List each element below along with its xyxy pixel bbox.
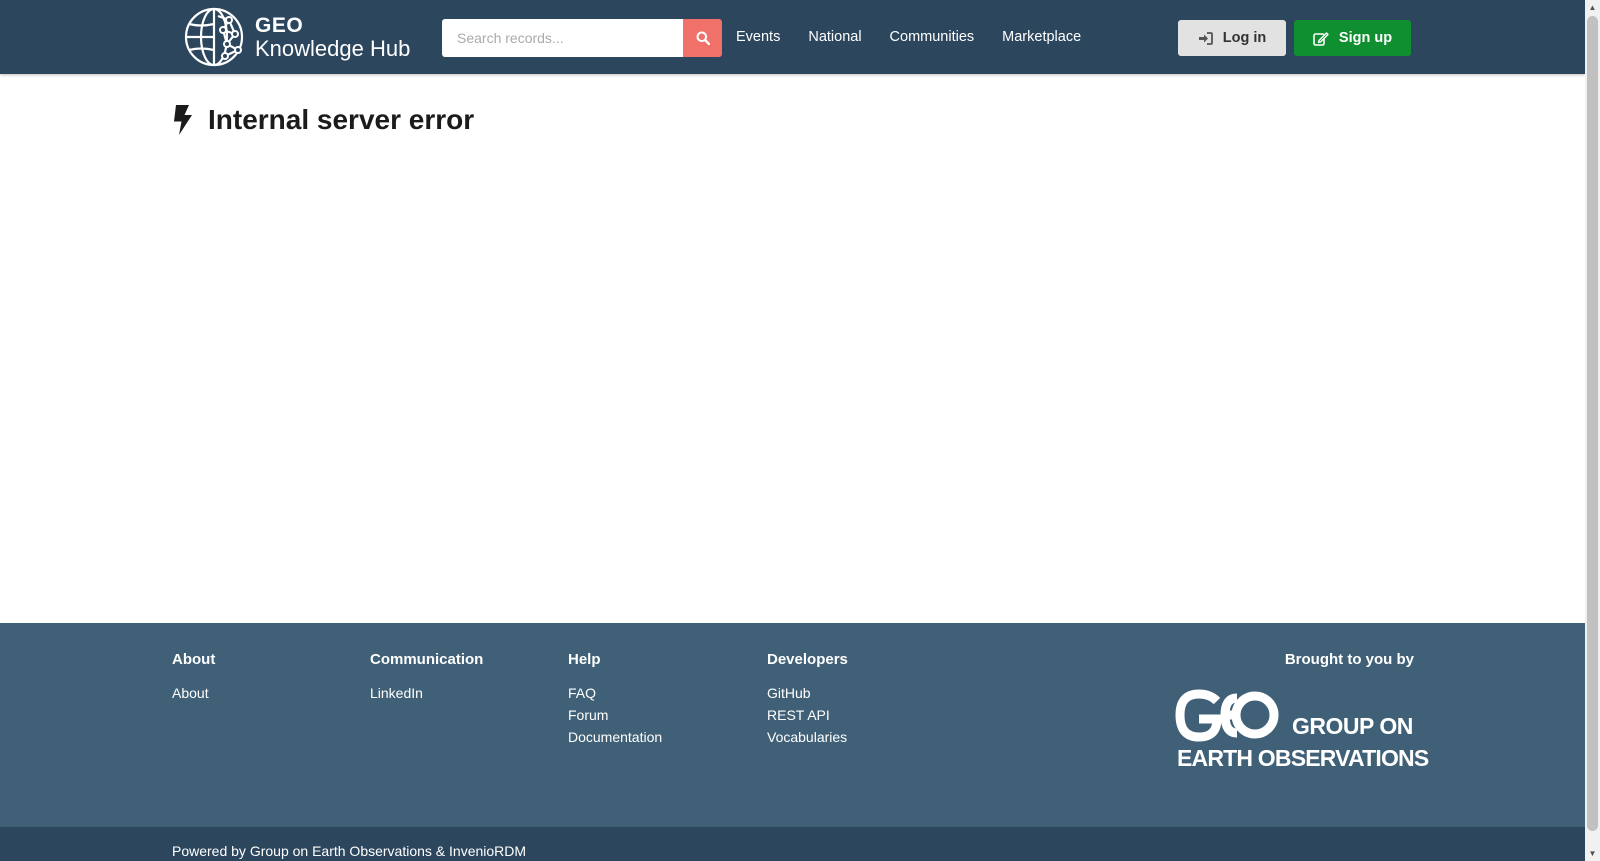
scroll-up-arrow-icon[interactable]: ▲ <box>1585 0 1600 15</box>
geo-logo-mark <box>1175 689 1279 742</box>
search-input[interactable] <box>442 19 683 57</box>
scrollbar-thumb[interactable] <box>1587 16 1598 831</box>
footer-col-about: About About <box>172 651 215 704</box>
footer-link-rest-api[interactable]: REST API <box>767 704 848 726</box>
login-button[interactable]: Log in <box>1178 20 1286 56</box>
footer: About About Communication LinkedIn Help … <box>0 623 1585 827</box>
vertical-scrollbar[interactable]: ▲ ▼ <box>1585 0 1600 861</box>
nav-national[interactable]: National <box>808 29 861 45</box>
geo-organization-logo[interactable]: GROUP ON EARTH OBSERVATIONS <box>1175 689 1429 773</box>
scroll-down-arrow-icon[interactable]: ▼ <box>1585 846 1600 861</box>
nav-events[interactable]: Events <box>736 29 780 45</box>
nav-marketplace[interactable]: Marketplace <box>1002 29 1081 45</box>
geo-org-line1: GROUP ON <box>1292 713 1413 739</box>
footer-link-vocabularies[interactable]: Vocabularies <box>767 726 848 748</box>
logo-line-geo: GEO <box>255 13 304 37</box>
top-navbar: GEO Knowledge Hub Events National Commun… <box>0 0 1585 74</box>
footer-link-faq[interactable]: FAQ <box>568 682 662 704</box>
sign-in-icon <box>1198 31 1213 45</box>
search-icon <box>696 31 710 45</box>
page-title: Internal server error <box>208 104 475 135</box>
footer-heading-about: About <box>172 651 216 668</box>
bolt-icon <box>172 105 194 135</box>
footer-link-forum[interactable]: Forum <box>568 704 662 726</box>
geo-knowledge-hub-logo[interactable]: GEO Knowledge Hub <box>183 6 413 68</box>
footer-heading-communication: Communication <box>370 651 484 668</box>
brought-to-you-by: Brought to you by <box>1285 651 1414 668</box>
edit-icon <box>1313 31 1329 46</box>
page: GEO Knowledge Hub Events National Commun… <box>0 0 1585 861</box>
footer-col-help: Help FAQ Forum Documentation <box>568 651 662 748</box>
logo-text: GEO Knowledge Hub <box>255 15 410 60</box>
signup-button[interactable]: Sign up <box>1294 20 1411 56</box>
powered-by-bar: Powered by Group on Earth Observations &… <box>0 827 1585 861</box>
brought-heading: Brought to you by <box>1284 651 1414 668</box>
signup-label: Sign up <box>1338 30 1393 46</box>
login-label: Log in <box>1222 30 1267 46</box>
search-bar <box>442 19 722 57</box>
footer-heading-help: Help <box>568 651 601 668</box>
footer-link-about[interactable]: About <box>172 682 215 704</box>
footer-heading-developers: Developers <box>767 651 848 668</box>
footer-link-documentation[interactable]: Documentation <box>568 726 662 748</box>
globe-brain-icon <box>184 7 244 67</box>
main-nav: Events National Communities Marketplace <box>736 0 1109 74</box>
logo-line-hub: Knowledge Hub <box>255 35 411 61</box>
footer-col-developers: Developers GitHub REST API Vocabularies <box>767 651 848 748</box>
footer-link-github[interactable]: GitHub <box>767 682 848 704</box>
page-title-row: Internal server error <box>172 104 474 136</box>
footer-col-communication: Communication LinkedIn <box>370 651 483 704</box>
geo-org-line2: EARTH OBSERVATIONS <box>1177 745 1429 771</box>
footer-link-linkedin[interactable]: LinkedIn <box>370 682 483 704</box>
search-button[interactable] <box>683 19 722 57</box>
powered-by-text: Powered by Group on Earth Observations &… <box>172 843 527 859</box>
nav-communities[interactable]: Communities <box>890 29 975 45</box>
